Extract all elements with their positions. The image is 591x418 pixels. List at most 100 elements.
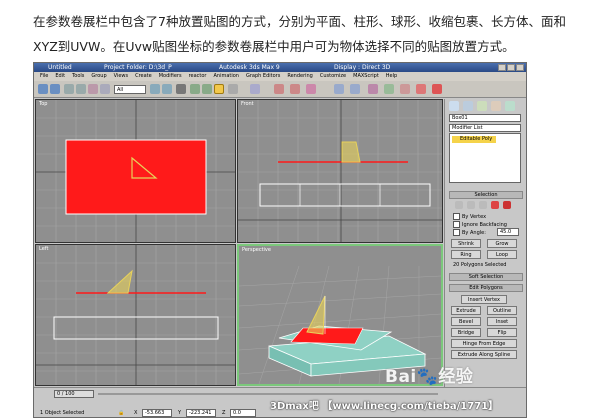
menu-group[interactable]: Group bbox=[91, 72, 106, 81]
viewport-left[interactable]: Left bbox=[35, 244, 236, 386]
z-label: Z bbox=[222, 410, 226, 416]
create-tab-icon[interactable] bbox=[449, 101, 459, 111]
modifier-list-dropdown[interactable]: Modifier List bbox=[449, 124, 521, 132]
modify-tab-icon[interactable] bbox=[463, 101, 473, 111]
lock-icon[interactable]: 🔒 bbox=[118, 410, 124, 416]
extrude-button[interactable]: Extrude bbox=[451, 306, 481, 315]
uvw-gizmo-left bbox=[106, 269, 133, 294]
unlink-icon[interactable] bbox=[76, 84, 86, 94]
inset-button[interactable]: Inset bbox=[487, 317, 517, 326]
url-watermark: 3Dmax吧 【www.linecg.com/tieba/1771】 bbox=[270, 401, 499, 412]
main-toolbar: All bbox=[34, 81, 526, 98]
timeline-track[interactable] bbox=[98, 393, 438, 395]
hinge-from-edge-button[interactable]: Hinge From Edge bbox=[451, 339, 517, 348]
close-button[interactable] bbox=[516, 64, 524, 71]
menu-customize[interactable]: Customize bbox=[320, 72, 346, 81]
y-coordinate-field[interactable]: -223.241 bbox=[186, 409, 216, 417]
viewport-perspective-label[interactable]: Perspective bbox=[242, 247, 271, 253]
bind-space-warp-icon[interactable] bbox=[88, 84, 98, 94]
material-editor-icon[interactable] bbox=[400, 84, 410, 94]
selection-rollout[interactable]: Selection bbox=[449, 191, 523, 199]
redo-icon[interactable] bbox=[50, 84, 60, 94]
select-by-name-icon[interactable] bbox=[150, 84, 160, 94]
menu-help[interactable]: Help bbox=[386, 72, 397, 81]
selection-status: 1 Object Selected bbox=[40, 410, 85, 416]
menu-rendering[interactable]: Rendering bbox=[287, 72, 313, 81]
menu-animation[interactable]: Animation bbox=[213, 72, 239, 81]
viewport-front[interactable]: Front bbox=[237, 99, 443, 243]
menu-views[interactable]: Views bbox=[114, 72, 128, 81]
mirror-icon[interactable] bbox=[334, 84, 344, 94]
motion-tab-icon[interactable] bbox=[491, 101, 501, 111]
select-object-icon[interactable] bbox=[100, 84, 110, 94]
time-slider[interactable]: 0 / 100 bbox=[54, 390, 94, 398]
z-coordinate-field[interactable]: 0.0 bbox=[230, 409, 256, 417]
ring-button[interactable]: Ring bbox=[451, 250, 481, 259]
menu-graph-editors[interactable]: Graph Editors bbox=[246, 72, 280, 81]
minimize-button[interactable] bbox=[498, 64, 506, 71]
menu-reactor[interactable]: reactor bbox=[189, 72, 207, 81]
select-link-icon[interactable] bbox=[64, 84, 74, 94]
menu-tools[interactable]: Tools bbox=[72, 72, 84, 81]
viewport-top[interactable]: Top bbox=[35, 99, 236, 243]
box-front bbox=[259, 183, 431, 207]
planar-map-plane bbox=[65, 139, 207, 215]
title-display: Display : Direct 3D bbox=[334, 64, 391, 71]
loop-button[interactable]: Loop bbox=[487, 250, 517, 259]
angle-snap-icon[interactable] bbox=[290, 84, 300, 94]
percent-snap-icon[interactable] bbox=[306, 84, 316, 94]
menu-modifiers[interactable]: Modifiers bbox=[159, 72, 182, 81]
by-angle-checkbox[interactable]: By Angle: bbox=[453, 229, 486, 236]
snap-icon[interactable] bbox=[274, 84, 284, 94]
reference-coord-icon[interactable] bbox=[228, 84, 238, 94]
pivot-icon[interactable] bbox=[250, 84, 260, 94]
by-angle-value[interactable]: 45.0 bbox=[497, 228, 519, 236]
shrink-button[interactable]: Shrink bbox=[451, 239, 481, 248]
hierarchy-tab-icon[interactable] bbox=[477, 101, 487, 111]
flip-button[interactable]: Flip bbox=[487, 328, 517, 337]
element-mode-icon[interactable] bbox=[503, 201, 511, 209]
left-view-graphic bbox=[36, 245, 235, 385]
x-label: X bbox=[134, 410, 138, 416]
object-name-field[interactable]: Box01 bbox=[449, 114, 521, 122]
soft-selection-rollout[interactable]: Soft Selection bbox=[449, 273, 523, 281]
vertex-mode-icon[interactable] bbox=[455, 201, 463, 209]
curve-editor-icon[interactable] bbox=[384, 84, 394, 94]
rotate-icon[interactable] bbox=[202, 84, 212, 94]
stack-item-editable-poly[interactable]: Editable Poly bbox=[452, 136, 496, 143]
menu-edit[interactable]: Edit bbox=[55, 72, 65, 81]
extrude-along-spline-button[interactable]: Extrude Along Spline bbox=[451, 350, 517, 359]
edit-polygons-rollout[interactable]: Edit Polygons bbox=[449, 284, 523, 292]
move-icon[interactable] bbox=[190, 84, 200, 94]
insert-vertex-button[interactable]: Insert Vertex bbox=[461, 295, 507, 304]
quick-render-icon[interactable] bbox=[432, 84, 442, 94]
bevel-button[interactable]: Bevel bbox=[451, 317, 481, 326]
viewport-top-label[interactable]: Top bbox=[39, 101, 47, 107]
layer-manager-icon[interactable] bbox=[368, 84, 378, 94]
front-view-graphic bbox=[238, 100, 442, 242]
menu-file[interactable]: File bbox=[40, 72, 48, 81]
polygon-mode-icon[interactable] bbox=[491, 201, 499, 209]
undo-icon[interactable] bbox=[38, 84, 48, 94]
border-mode-icon[interactable] bbox=[479, 201, 487, 209]
align-icon[interactable] bbox=[350, 84, 360, 94]
selection-filter-dropdown[interactable]: All bbox=[114, 85, 146, 94]
menu-maxscript[interactable]: MAXScript bbox=[353, 72, 379, 81]
menu-bar: File Edit Tools Group Views Create Modif… bbox=[34, 72, 526, 81]
x-coordinate-field[interactable]: -53.663 bbox=[142, 409, 172, 417]
maximize-button[interactable] bbox=[507, 64, 515, 71]
menu-create[interactable]: Create bbox=[135, 72, 152, 81]
edge-mode-icon[interactable] bbox=[467, 201, 475, 209]
viewport-front-label[interactable]: Front bbox=[241, 101, 254, 107]
by-vertex-checkbox[interactable]: By Vertex bbox=[453, 213, 486, 220]
viewport-left-label[interactable]: Left bbox=[39, 246, 48, 252]
outline-button[interactable]: Outline bbox=[487, 306, 517, 315]
render-setup-icon[interactable] bbox=[416, 84, 426, 94]
scale-icon[interactable] bbox=[214, 84, 224, 94]
display-tab-icon[interactable] bbox=[505, 101, 515, 111]
bridge-button[interactable]: Bridge bbox=[451, 328, 481, 337]
rect-selection-icon[interactable] bbox=[162, 84, 172, 94]
window-crossing-icon[interactable] bbox=[176, 84, 186, 94]
grow-button[interactable]: Grow bbox=[487, 239, 517, 248]
ignore-backfacing-checkbox[interactable]: Ignore Backfacing bbox=[453, 221, 507, 228]
